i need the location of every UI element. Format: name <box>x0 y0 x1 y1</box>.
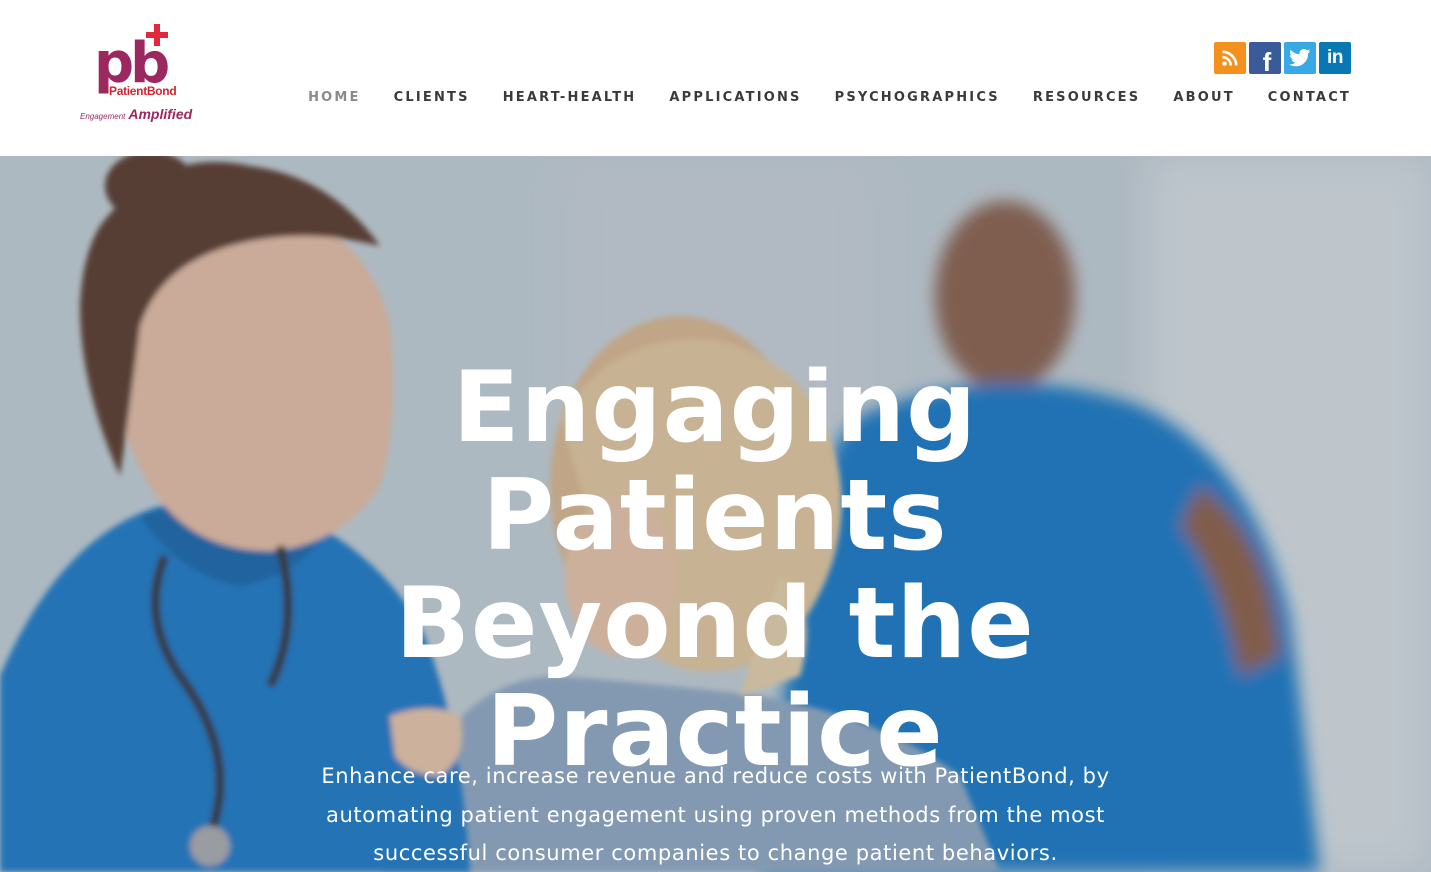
twitter-icon <box>1289 49 1311 67</box>
rss-icon <box>1222 50 1238 66</box>
hero-title: Engaging Patients Beyond the Practice <box>395 350 1035 789</box>
hero-section: Engaging Patients Beyond the Practice En… <box>0 156 1431 872</box>
linkedin-button[interactable]: in <box>1319 42 1351 74</box>
logo-tagline-big: Amplified <box>128 106 193 122</box>
nav-item-heart-health[interactable]: HEART-HEALTH <box>503 90 637 105</box>
site-header: pb PatientBond Engagement Amplified f in … <box>0 0 1431 156</box>
twitter-button[interactable] <box>1284 42 1316 74</box>
logo-tagline: Engagement Amplified <box>80 106 192 124</box>
nav-item-contact[interactable]: CONTACT <box>1268 90 1351 105</box>
nav-item-about[interactable]: ABOUT <box>1173 90 1234 105</box>
linkedin-icon: in <box>1327 47 1343 68</box>
facebook-button[interactable]: f <box>1249 42 1281 74</box>
nav-item-resources[interactable]: RESOURCES <box>1033 90 1140 105</box>
plus-icon <box>146 24 168 46</box>
nav-item-clients[interactable]: CLIENTS <box>394 90 470 105</box>
rss-button[interactable] <box>1214 42 1246 74</box>
nav-item-applications[interactable]: APPLICATIONS <box>669 90 801 105</box>
facebook-icon: f <box>1262 46 1272 75</box>
nav-item-home[interactable]: HOME <box>308 90 361 105</box>
main-nav: HOME CLIENTS HEART-HEALTH APPLICATIONS P… <box>308 90 1351 105</box>
logo-tagline-small: Engagement <box>80 112 126 121</box>
patientbond-logo[interactable]: pb PatientBond Engagement Amplified <box>80 24 210 124</box>
logo-brand-name: PatientBond <box>109 84 177 98</box>
hero-subtitle: Enhance care, increase revenue and reduc… <box>321 764 1110 865</box>
social-links: f in <box>1214 42 1351 74</box>
nav-item-psychographics[interactable]: PSYCHOGRAPHICS <box>835 90 1000 105</box>
